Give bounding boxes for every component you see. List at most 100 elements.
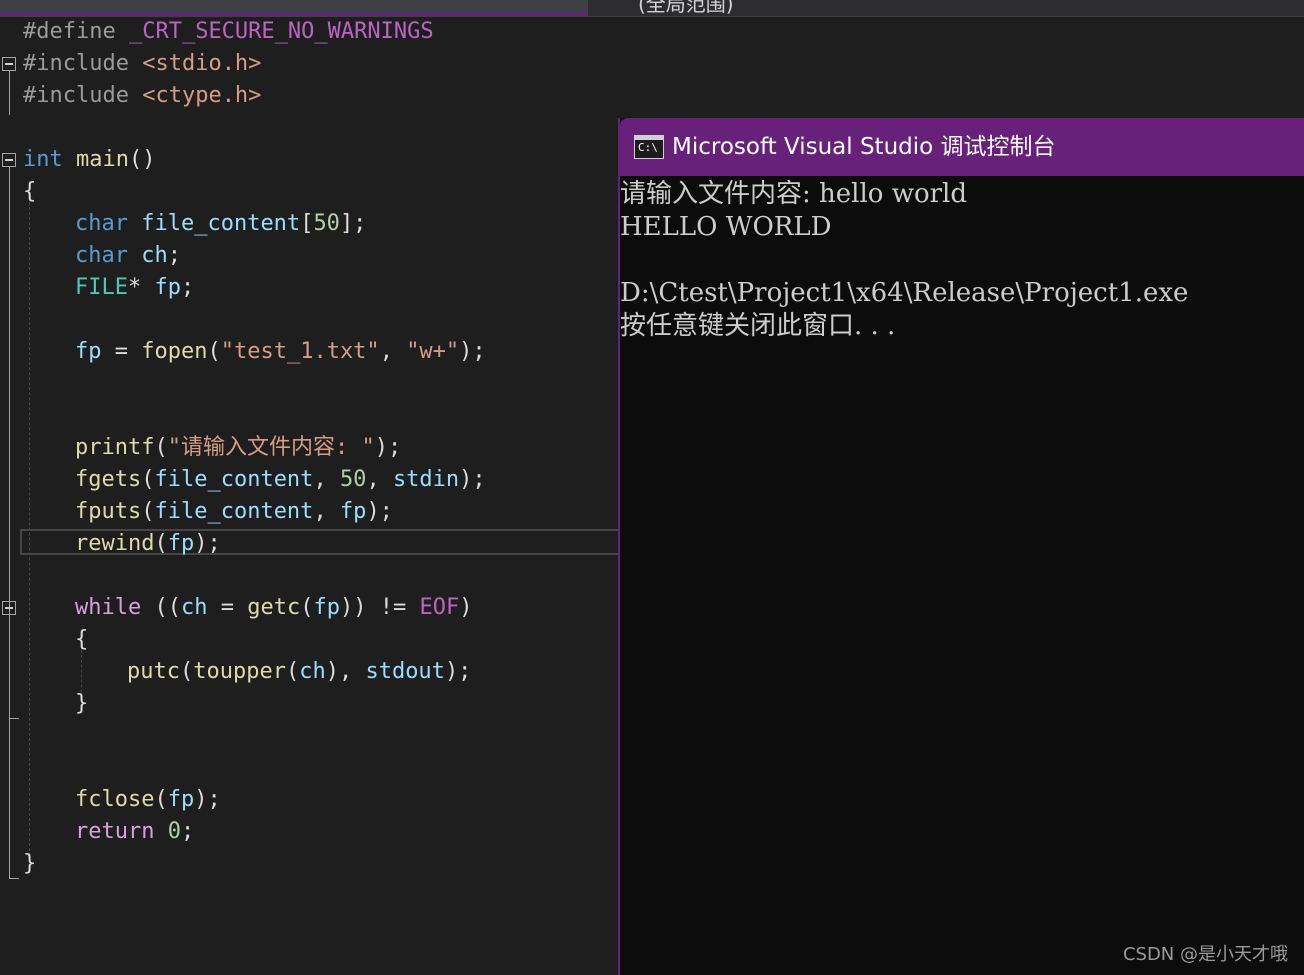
code-token: ;	[180, 275, 195, 300]
code-token: =	[101, 339, 142, 364]
code-line: #include <ctype.h>	[23, 80, 261, 112]
code-token: "test_1.txt"	[220, 339, 380, 364]
outline-guide	[9, 71, 10, 115]
console-app-icon: C:\	[634, 135, 664, 159]
code-token: while	[75, 595, 142, 620]
indent-guide	[29, 192, 30, 856]
code-token: EOF	[419, 595, 460, 620]
console-icon-text: C:\	[638, 141, 658, 154]
code-token: 50	[313, 211, 340, 236]
code-token: );	[459, 339, 486, 364]
code-token: );	[194, 787, 221, 812]
code-token: fopen	[141, 339, 208, 364]
code-token: stdin	[392, 467, 460, 492]
code-token: fp	[167, 531, 195, 556]
outline-guide-end	[9, 718, 19, 719]
code-line: putc(toupper(ch), stdout);	[127, 656, 471, 688]
code-editor[interactable]: #define _CRT_SECURE_NO_WARNINGS #include …	[0, 16, 620, 975]
code-line: char ch;	[75, 240, 181, 272]
code-token: file_content	[154, 467, 314, 492]
console-line: D:\Ctest\Project1\x64\Release\Project1.e…	[620, 278, 1189, 308]
code-token: ()	[128, 147, 156, 172]
code-token: "请输入文件内容: "	[167, 435, 375, 460]
code-token: ];	[339, 211, 367, 236]
outline-guide	[9, 615, 10, 719]
code-token: ,	[313, 467, 340, 492]
code-token: (	[207, 339, 221, 364]
console-line: 请输入文件内容: hello world	[620, 179, 968, 209]
code-line: fp = fopen("test_1.txt", "w+");	[75, 336, 486, 368]
code-token: int	[23, 147, 63, 172]
code-token: {	[23, 179, 37, 204]
console-line: 按任意键关闭此窗口. . .	[620, 311, 896, 341]
code-token: toupper	[193, 659, 286, 684]
code-line: fputs(file_content, fp);	[75, 496, 393, 528]
debug-console-window[interactable]: C:\ Microsoft Visual Studio 调试控制台 请输入文件内…	[618, 118, 1304, 975]
code-token: ,	[366, 467, 393, 492]
code-line: {	[23, 176, 36, 208]
code-token: fp	[313, 595, 340, 620]
code-token: fp	[339, 499, 367, 524]
console-title: Microsoft Visual Studio 调试控制台	[672, 134, 1056, 160]
code-token: );	[444, 659, 472, 684]
code-token: fp	[167, 787, 195, 812]
console-line: HELLO WORLD	[620, 212, 832, 242]
outline-guide-end	[9, 878, 19, 879]
code-token: fp	[154, 275, 181, 300]
code-token: #define	[23, 19, 116, 44]
code-token: );	[459, 467, 486, 492]
code-token: );	[374, 435, 402, 460]
code-token: }	[75, 691, 89, 716]
code-token: (	[154, 787, 168, 812]
code-token: {	[75, 627, 89, 652]
code-line: while ((ch = getc(fp)) != EOF)	[75, 592, 472, 624]
code-line: {	[75, 624, 88, 656]
code-token: putc	[127, 659, 180, 684]
code-token: char	[75, 243, 128, 268]
code-token: }	[23, 851, 37, 876]
collapse-includes-icon[interactable]	[2, 57, 16, 71]
code-line: char file_content[50];	[75, 208, 366, 240]
code-token: ),	[325, 659, 366, 684]
code-token: *	[127, 275, 155, 300]
code-token: fp	[75, 339, 102, 364]
code-line: #define _CRT_SECURE_NO_WARNINGS	[23, 16, 434, 48]
code-token: stdout	[365, 659, 445, 684]
active-document-tab[interactable]	[0, 0, 588, 16]
code-token: <ctype.h>	[142, 83, 262, 108]
code-token: rewind	[75, 531, 155, 556]
code-token: ch	[141, 243, 168, 268]
code-token: (	[154, 435, 168, 460]
code-line: #include <stdio.h>	[23, 48, 261, 80]
code-token: (	[285, 659, 300, 684]
scope-dropdown[interactable]: (全局范围)	[600, 0, 1304, 16]
code-line: printf("请输入文件内容: ");	[75, 432, 401, 464]
code-token: FILE	[75, 275, 128, 300]
code-line: FILE* fp;	[75, 272, 194, 304]
code-token: char	[75, 211, 128, 236]
code-token: file_content	[154, 499, 314, 524]
code-token: fclose	[75, 787, 155, 812]
code-token: ;	[167, 243, 181, 268]
collapse-main-icon[interactable]	[2, 153, 16, 167]
code-line: }	[23, 848, 36, 880]
collapse-while-icon[interactable]	[2, 601, 16, 615]
code-token: #include	[23, 51, 129, 76]
outline-guide	[9, 167, 10, 879]
code-token: );	[194, 531, 221, 556]
code-token: 50	[339, 467, 367, 492]
code-token: ch	[299, 659, 326, 684]
code-token: 0	[167, 819, 181, 844]
code-token: #include	[23, 83, 129, 108]
code-token: printf	[75, 435, 155, 460]
code-token: _CRT_SECURE_NO_WARNINGS	[128, 19, 434, 44]
code-token: (	[300, 595, 314, 620]
code-line: }	[75, 688, 88, 720]
console-title-bar[interactable]: C:\ Microsoft Visual Studio 调试控制台	[620, 118, 1304, 176]
